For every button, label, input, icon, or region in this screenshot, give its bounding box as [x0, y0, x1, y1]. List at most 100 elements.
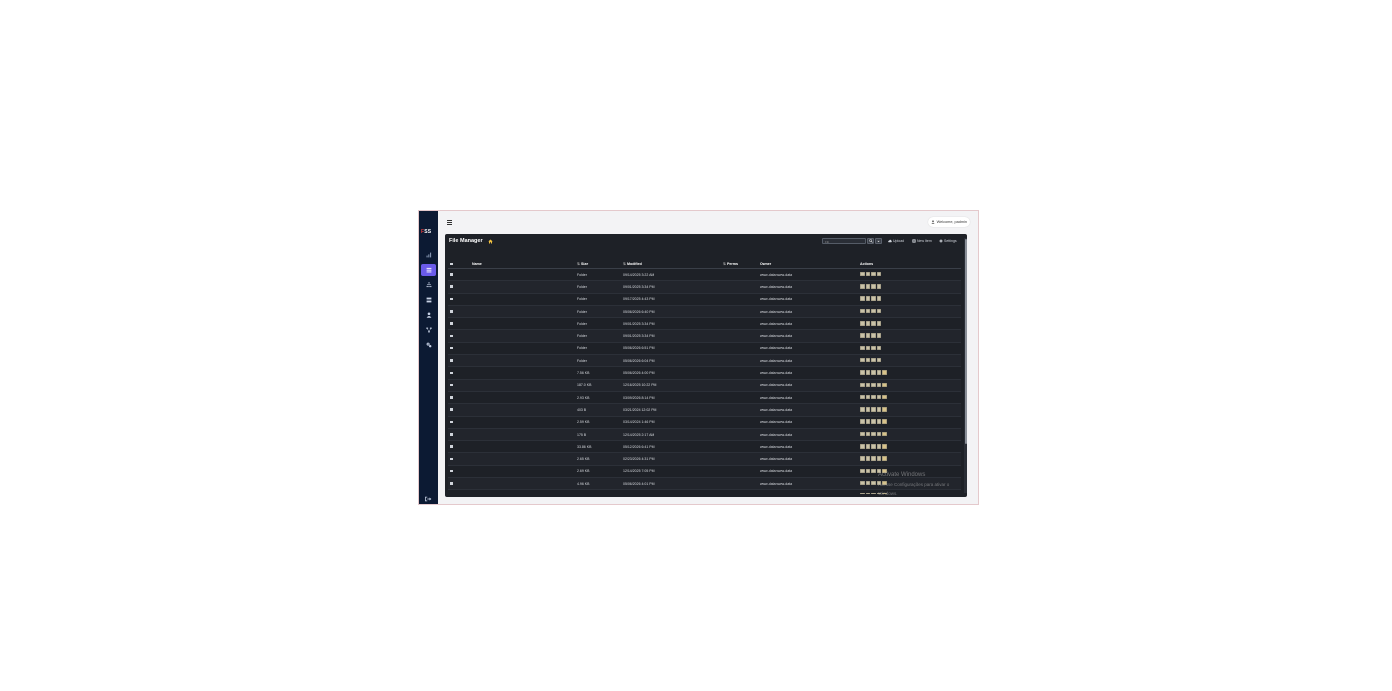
download-button[interactable]: [882, 456, 887, 461]
sidebar-item-sitemap[interactable]: [421, 279, 436, 291]
download-button[interactable]: [882, 370, 887, 375]
delete-button[interactable]: [860, 444, 865, 449]
file-name-cell[interactable]: [470, 366, 575, 380]
table-row[interactable]: 2.93 KB 03/09/2026 8:14 PM www-data:www-da…: [448, 391, 961, 405]
delete-button[interactable]: [860, 407, 865, 412]
row-checkbox[interactable]: [448, 391, 470, 405]
rename-button[interactable]: [865, 321, 870, 326]
direct-link-button[interactable]: [876, 370, 881, 375]
select-all-checkbox[interactable]: [448, 251, 470, 269]
file-name-cell[interactable]: [470, 489, 575, 494]
direct-link-button[interactable]: [876, 333, 881, 338]
delete-button[interactable]: [860, 382, 865, 388]
delete-button[interactable]: [860, 333, 865, 338]
copy-button[interactable]: [871, 468, 876, 474]
settings-button[interactable]: Settings: [939, 238, 957, 244]
download-button[interactable]: [882, 382, 887, 388]
row-checkbox[interactable]: [448, 416, 470, 429]
sidebar-item-files[interactable]: [421, 264, 436, 276]
download-button[interactable]: [882, 431, 887, 437]
file-name-cell[interactable]: [470, 342, 575, 356]
row-checkbox[interactable]: [448, 268, 470, 282]
rename-button[interactable]: [865, 468, 870, 474]
direct-link-button[interactable]: [876, 419, 881, 424]
file-name-cell[interactable]: [470, 379, 575, 392]
sidebar-item-user[interactable]: [421, 309, 436, 321]
rename-button[interactable]: [865, 284, 870, 289]
direct-link-button[interactable]: [876, 431, 881, 437]
row-checkbox[interactable]: [448, 428, 470, 442]
rename-button[interactable]: [865, 444, 870, 449]
copy-button[interactable]: [871, 493, 876, 494]
direct-link-button[interactable]: [876, 296, 881, 301]
copy-button[interactable]: [871, 419, 876, 424]
rename-button[interactable]: [865, 493, 870, 494]
row-checkbox[interactable]: [448, 489, 470, 494]
delete-button[interactable]: [860, 308, 865, 314]
sidebar-item-network[interactable]: [421, 324, 436, 336]
delete-button[interactable]: [860, 394, 865, 400]
table-row[interactable]: 403 B 03/21/2024 12:02 PM www-data:www-dat…: [448, 403, 961, 417]
column-header-name[interactable]: Name: [470, 251, 575, 269]
table-row[interactable]: 2.59 KB 03/14/2024 1:46 PM www-data:www-da…: [448, 416, 961, 429]
table-row[interactable]: Folder 09/01/2025 3:34 PM www-data:www-dat…: [448, 329, 961, 343]
delete-button[interactable]: [860, 345, 865, 351]
copy-button[interactable]: [871, 321, 876, 326]
delete-button[interactable]: [860, 271, 865, 277]
delete-button[interactable]: [860, 296, 865, 301]
rename-button[interactable]: [865, 419, 870, 424]
rename-button[interactable]: [865, 333, 870, 338]
row-checkbox[interactable]: [448, 452, 470, 466]
file-name-cell[interactable]: [470, 305, 575, 319]
row-checkbox[interactable]: [448, 477, 470, 491]
copy-button[interactable]: [871, 333, 876, 338]
direct-link-button[interactable]: [876, 308, 881, 314]
delete-button[interactable]: [860, 284, 865, 289]
row-checkbox[interactable]: [448, 317, 470, 331]
rename-button[interactable]: [865, 357, 870, 363]
copy-button[interactable]: [871, 296, 876, 301]
row-checkbox[interactable]: [448, 403, 470, 417]
row-checkbox[interactable]: [448, 465, 470, 479]
copy-button[interactable]: [871, 308, 876, 314]
file-name-cell[interactable]: [470, 452, 575, 466]
logout-button[interactable]: [424, 489, 432, 502]
copy-button[interactable]: [871, 431, 876, 437]
delete-button[interactable]: [860, 357, 865, 363]
direct-link-button[interactable]: [876, 456, 881, 461]
row-checkbox[interactable]: [448, 440, 470, 454]
delete-button[interactable]: [860, 468, 865, 474]
column-header-owner[interactable]: Owner: [758, 251, 858, 269]
download-button[interactable]: [882, 444, 887, 449]
rename-button[interactable]: [865, 370, 870, 375]
row-checkbox[interactable]: [448, 342, 470, 356]
direct-link-button[interactable]: [876, 321, 881, 326]
sidebar-item-stats[interactable]: [421, 249, 436, 261]
sidebar-item-server[interactable]: [421, 294, 436, 306]
file-name-cell[interactable]: [470, 391, 575, 405]
copy-button[interactable]: [871, 444, 876, 449]
copy-button[interactable]: [871, 357, 876, 363]
rename-button[interactable]: [865, 456, 870, 461]
row-checkbox[interactable]: [448, 366, 470, 380]
file-name-cell[interactable]: [470, 293, 575, 306]
file-name-cell[interactable]: [470, 440, 575, 454]
delete-button[interactable]: [860, 493, 865, 494]
table-row[interactable]: Folder 09/01/2025 3:34 PM www-data:www-dat…: [448, 280, 961, 294]
table-row[interactable]: Folder 09/14/2025 3:22 AM www-data:www-dat…: [448, 268, 961, 282]
rename-button[interactable]: [865, 271, 870, 277]
table-row[interactable]: Folder 05/06/2026 6:40 PM www-data:www-dat…: [448, 305, 961, 319]
direct-link-button[interactable]: [876, 271, 881, 277]
column-header-size[interactable]: ⇅Size: [575, 251, 621, 269]
direct-link-button[interactable]: [876, 284, 881, 289]
file-name-cell[interactable]: [470, 268, 575, 282]
rename-button[interactable]: [865, 394, 870, 400]
column-header-perms[interactable]: ⇅Perms: [721, 251, 758, 269]
table-row[interactable]: 2.65 KB 02/23/2026 4:31 PM www-data:www-da…: [448, 452, 961, 466]
delete-button[interactable]: [860, 370, 865, 375]
rename-button[interactable]: [865, 382, 870, 388]
user-menu[interactable]: Welcome, padmin: [927, 217, 970, 227]
download-button[interactable]: [882, 407, 887, 412]
direct-link-button[interactable]: [876, 407, 881, 412]
rename-button[interactable]: [865, 345, 870, 351]
